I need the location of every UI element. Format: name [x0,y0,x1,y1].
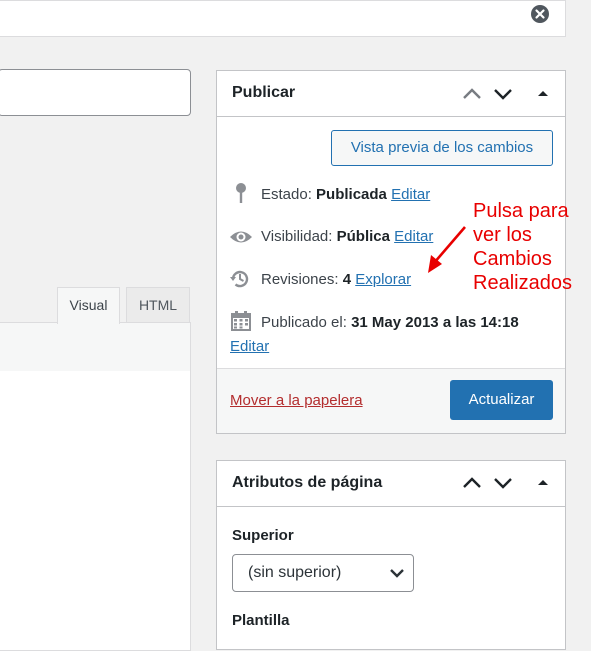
update-button[interactable]: Actualizar [450,380,553,420]
title-input[interactable] [0,69,191,116]
collapse-toggle-icon[interactable] [532,83,554,105]
editor-content-area[interactable] [0,371,191,651]
visibility-row: Visibilidad: Pública Editar [261,228,433,245]
status-row: Estado: Publicada Editar [261,186,430,203]
calendar-icon [230,310,252,337]
visibility-label: Visibilidad: [261,228,333,245]
move-down-icon[interactable] [492,83,514,105]
annotation-line: Realizados [473,272,572,294]
collapse-toggle-icon[interactable] [532,472,554,494]
move-up-icon[interactable] [461,83,483,105]
parent-select-value: (sin superior) [248,564,342,581]
edit-date-link[interactable]: Editar [230,338,269,355]
move-to-trash-link[interactable]: Mover a la papelera [230,392,363,409]
eye-icon [229,228,253,251]
revisions-label: Revisiones: [261,271,339,288]
tab-html[interactable]: HTML [126,287,190,323]
divider [217,116,565,117]
editor-toolbar [0,322,191,372]
publish-title: Publicar [232,84,296,101]
notice-bar [0,0,566,37]
divider [217,506,565,507]
edit-status-link[interactable]: Editar [391,186,430,203]
parent-label: Superior [232,527,294,544]
close-icon[interactable] [531,5,549,23]
chevron-down-icon [390,569,404,578]
browse-revisions-link[interactable]: Explorar [355,271,411,288]
annotation-line: ver los [473,224,532,246]
page-attributes-title: Atributos de página [232,474,383,491]
revisions-row: Revisiones: 4 Explorar [261,271,411,288]
history-icon [229,268,251,295]
revisions-count: 4 [342,271,352,288]
template-label: Plantilla [232,612,290,629]
visibility-value: Pública [336,228,390,245]
move-down-icon[interactable] [492,472,514,494]
tab-visual[interactable]: Visual [57,287,120,324]
move-up-icon[interactable] [461,472,483,494]
published-date-row: Publicado el: 31 May 2013 a las 14:18 [261,314,519,331]
published-label: Publicado el: [261,314,347,331]
pin-icon [233,182,249,209]
status-value: Publicada [316,186,387,203]
preview-changes-button[interactable]: Vista previa de los cambios [331,130,553,166]
published-date: 31 May 2013 a las 14:18 [351,314,519,331]
annotation-arrow-icon [428,226,466,273]
parent-select[interactable]: (sin superior) [232,554,414,592]
annotation-line: Cambios [473,248,552,270]
annotation-text: Pulsa para ver los Cambios Realizados [473,199,572,295]
status-label: Estado: [261,186,312,203]
annotation-line: Pulsa para [473,200,569,222]
